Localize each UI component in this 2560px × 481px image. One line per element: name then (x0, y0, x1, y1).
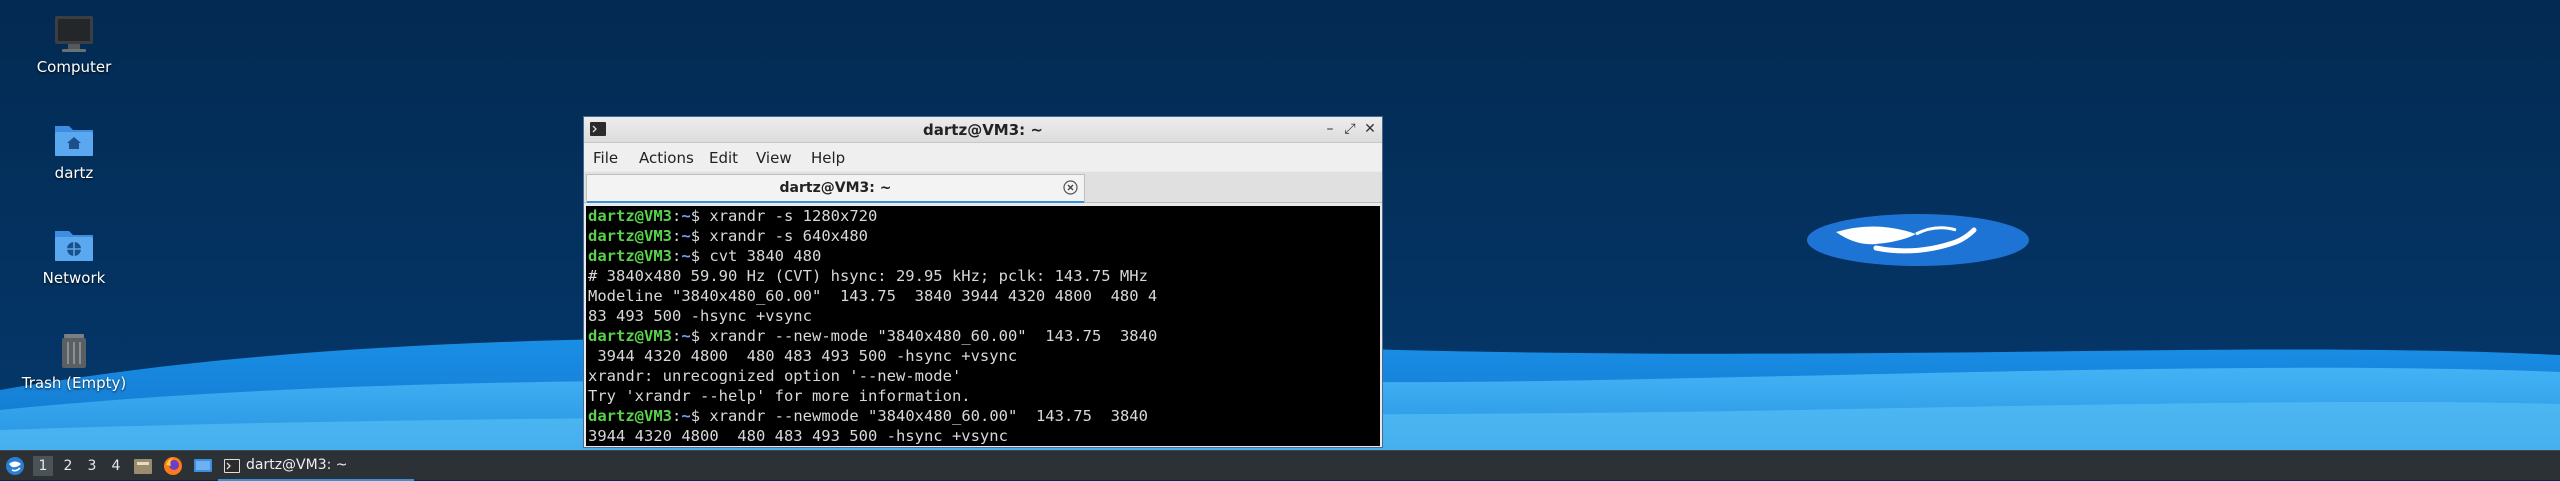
computer-icon (55, 16, 93, 52)
output-text: 3944 4320 4800 480 483 493 500 -hsync +v… (588, 427, 1008, 445)
prompt-symbol: $ (690, 227, 710, 245)
firefox-icon[interactable] (163, 456, 183, 476)
workspace-3[interactable]: 3 (82, 456, 102, 476)
command-text: xrandr -s 1280x720 (709, 207, 878, 225)
prompt-symbol: $ (690, 207, 710, 225)
terminal-window[interactable]: dartz@VM3: ~ – ⤢ ✕ File Actions Edit Vie… (583, 116, 1383, 448)
taskbar-task-terminal[interactable]: dartz@VM3: ~ (218, 453, 414, 481)
desktop-icon-home[interactable]: dartz (14, 120, 134, 182)
output-text: Modeline "3840x480_60.00" 143.75 3840 39… (588, 287, 1158, 305)
prompt-symbol: $ (690, 327, 710, 345)
command-text: cvt 3840 480 (709, 247, 822, 265)
tab-close-icon[interactable] (1063, 180, 1078, 195)
menu-help[interactable]: Help (811, 149, 845, 167)
terminal-command-line: dartz@VM3:~$ xrandr -s 640x480 (588, 226, 1380, 246)
prompt-symbol: $ (690, 407, 710, 425)
terminal-app-icon (224, 459, 240, 473)
prompt-path: ~ (681, 227, 691, 245)
prompt-user-host: dartz@VM3 (588, 207, 672, 225)
close-button[interactable]: ✕ (1362, 120, 1378, 138)
desktop-icon-label: Computer (36, 58, 112, 76)
desktop-show-icon[interactable] (193, 457, 213, 475)
terminal-output[interactable]: dartz@VM3:~$ xrandr -s 1280x720 dartz@VM3… (586, 206, 1380, 446)
window-titlebar[interactable]: dartz@VM3: ~ – ⤢ ✕ (584, 117, 1382, 143)
prompt-separator: : (672, 407, 682, 425)
desktop-icon-label: Trash (Empty) (21, 374, 127, 392)
terminal-output-line: 83 493 500 -hsync +vsync (588, 306, 1380, 326)
network-folder-icon (55, 231, 93, 261)
output-text: xrandr: unrecognized option '--new-mode' (588, 367, 962, 385)
prompt-path: ~ (681, 407, 691, 425)
task-label: dartz@VM3: ~ (246, 457, 348, 473)
prompt-user-host: dartz@VM3 (588, 327, 672, 345)
terminal-command-line: dartz@VM3:~$ xrandr --new-mode "3840x480… (588, 326, 1380, 346)
start-menu-icon[interactable] (4, 456, 26, 476)
prompt-path: ~ (681, 327, 691, 345)
trash-icon (62, 334, 86, 368)
desktop-icon-label: Network (42, 269, 106, 287)
prompt-user-host: dartz@VM3 (588, 247, 672, 265)
desktop-icon-label: dartz (54, 164, 94, 182)
menu-view[interactable]: View (756, 149, 792, 167)
terminal-output-line: Try 'xrandr --help' for more information… (588, 386, 1380, 406)
command-text: xrandr --new-mode "3840x480_60.00" 143.7… (709, 327, 1158, 345)
file-manager-icon[interactable] (133, 457, 153, 475)
terminal-output-line: # 3840x480 59.90 Hz (CVT) hsync: 29.95 k… (588, 266, 1380, 286)
output-text: # 3840x480 59.90 Hz (CVT) hsync: 29.95 k… (588, 267, 1148, 285)
prompt-user-host: dartz@VM3 (588, 407, 672, 425)
terminal-command-line: dartz@VM3:~$ xrandr --newmode "3840x480_… (588, 406, 1380, 426)
tab-label: dartz@VM3: ~ (779, 180, 892, 196)
active-tab-indicator (587, 201, 1084, 203)
prompt-separator: : (672, 247, 682, 265)
maximize-button[interactable]: ⤢ (1342, 120, 1358, 138)
home-folder-icon (55, 126, 93, 156)
window-title: dartz@VM3: ~ (923, 121, 1043, 139)
prompt-path: ~ (681, 247, 691, 265)
menu-file[interactable]: File (593, 149, 618, 167)
workspace-2[interactable]: 2 (58, 456, 78, 476)
desktop-icon-network[interactable]: Network (14, 225, 134, 287)
desktop-icon-trash[interactable]: Trash (Empty) (14, 330, 134, 392)
prompt-separator: : (672, 207, 682, 225)
terminal-output-line: Modeline "3840x480_60.00" 143.75 3840 39… (588, 286, 1380, 306)
menu-bar: File Actions Edit View Help (584, 143, 1382, 171)
minimize-button[interactable]: – (1322, 120, 1338, 138)
menu-edit[interactable]: Edit (709, 149, 738, 167)
taskbar: 1 2 3 4 dartz@VM3: ~ (0, 450, 2560, 481)
output-text: Try 'xrandr --help' for more information… (588, 387, 971, 405)
prompt-separator: : (672, 227, 682, 245)
tab-terminal[interactable]: dartz@VM3: ~ (586, 174, 1085, 203)
terminal-output-line: 3944 4320 4800 480 483 493 500 -hsync +v… (588, 346, 1380, 366)
prompt-symbol: $ (690, 247, 710, 265)
command-text: xrandr -s 640x480 (709, 227, 868, 245)
prompt-user-host: dartz@VM3 (588, 227, 672, 245)
output-text: 3944 4320 4800 480 483 493 500 -hsync +v… (588, 347, 1018, 365)
workspace-4[interactable]: 4 (106, 456, 126, 476)
menu-actions[interactable]: Actions (639, 149, 694, 167)
prompt-separator: : (672, 327, 682, 345)
terminal-output-line: xrandr: unrecognized option '--new-mode' (588, 366, 1380, 386)
workspace-1[interactable]: 1 (33, 456, 53, 476)
terminal-command-line: dartz@VM3:~$ cvt 3840 480 (588, 246, 1380, 266)
command-text: xrandr --newmode "3840x480_60.00" 143.75… (709, 407, 1148, 425)
tab-bar: dartz@VM3: ~ (584, 172, 1382, 203)
lubuntu-logo (1807, 214, 2029, 266)
output-text: 83 493 500 -hsync +vsync (588, 307, 812, 325)
terminal-command-line: dartz@VM3:~$ xrandr -s 1280x720 (588, 206, 1380, 226)
terminal-output-line: 3944 4320 4800 480 483 493 500 -hsync +v… (588, 426, 1380, 446)
desktop-icon-computer[interactable]: Computer (14, 14, 134, 76)
prompt-path: ~ (681, 207, 691, 225)
